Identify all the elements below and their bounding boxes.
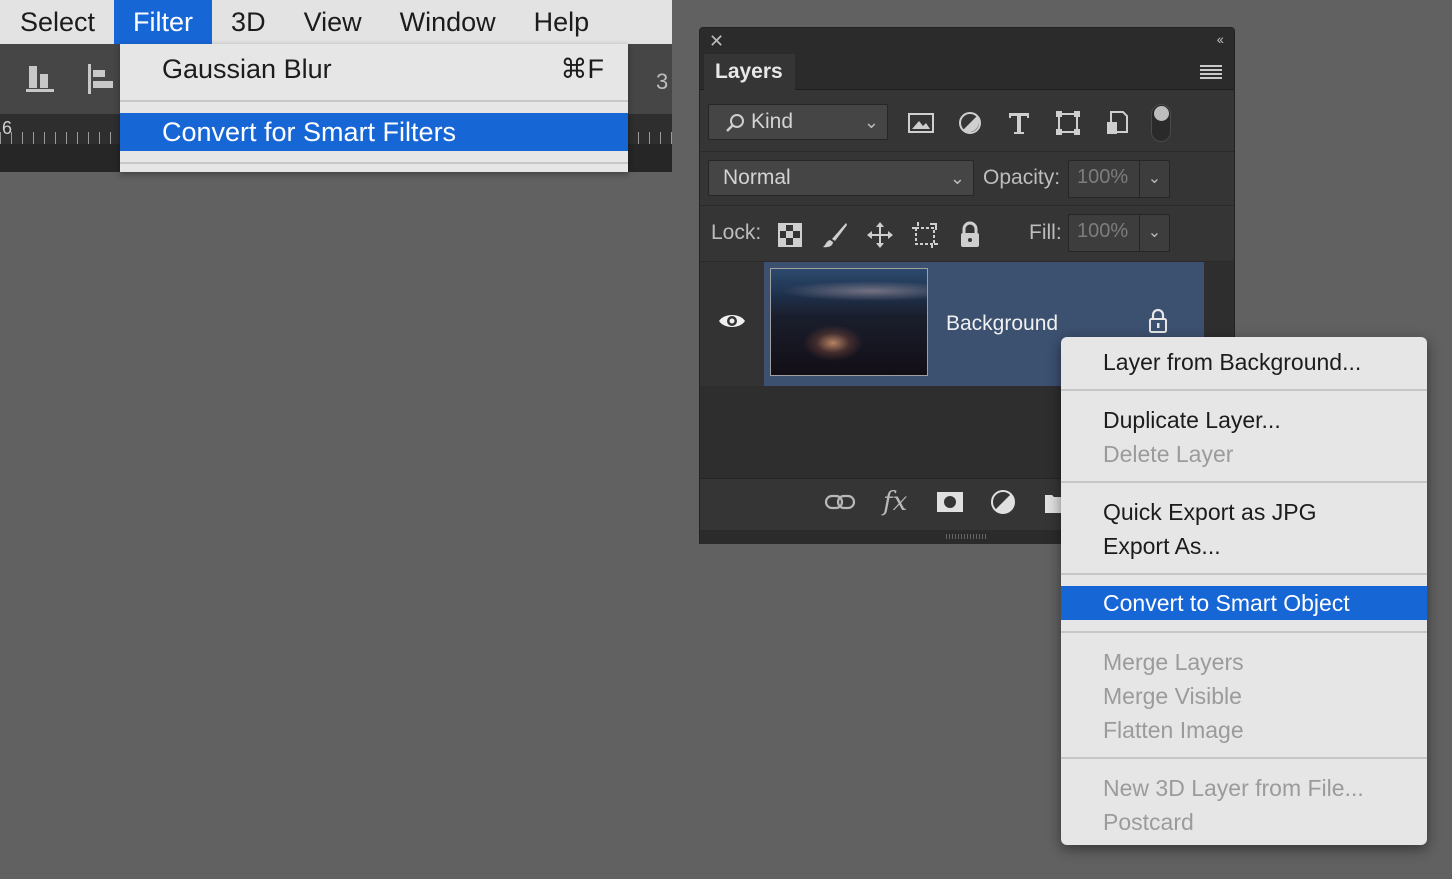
menu-help[interactable]: Help	[515, 0, 609, 44]
grip-dots	[946, 534, 986, 539]
layer-context-menu: Layer from Background... Duplicate Layer…	[1061, 337, 1427, 845]
align-bottom-icon[interactable]	[26, 64, 56, 94]
tab-layers[interactable]: Layers	[704, 54, 795, 91]
menu-item-duplicate-layer[interactable]: Duplicate Layer...	[1061, 403, 1427, 437]
chevron-down-icon[interactable]: ⌄	[1139, 215, 1169, 251]
menu-separator	[1061, 757, 1427, 759]
visibility-column	[700, 262, 764, 386]
menu-item-shortcut: ⌘F	[560, 54, 605, 84]
toggle-knob	[1154, 106, 1169, 121]
menu-item-flatten-image: Flatten Image	[1103, 717, 1244, 743]
search-icon	[726, 114, 744, 132]
mask-icon[interactable]	[936, 491, 964, 513]
align-left-icon[interactable]	[86, 64, 116, 94]
menu-filter[interactable]: Filter	[114, 0, 213, 44]
menu-item-delete-layer: Delete Layer	[1103, 441, 1234, 467]
ruler-number-right: 3	[656, 69, 669, 94]
blend-mode-value: Normal	[723, 166, 791, 189]
menu-separator	[1061, 573, 1427, 575]
menu-separator	[1061, 389, 1427, 391]
collapse-icon[interactable]: ‹‹	[1217, 31, 1224, 47]
menubar: Select Filter 3D View Window Help	[0, 0, 672, 44]
menu-item-layer-from-background[interactable]: Layer from Background...	[1061, 345, 1427, 379]
chevron-down-icon: ⌄	[949, 168, 965, 188]
lock-position-icon[interactable]	[864, 220, 896, 250]
filter-toggle[interactable]	[1151, 104, 1171, 142]
kind-filter-select[interactable]: Kind ⌄	[708, 104, 888, 140]
lock-all-icon[interactable]	[954, 220, 986, 250]
lock-paint-icon[interactable]	[819, 220, 851, 250]
lock-icons	[774, 220, 986, 250]
adjustment-layer-icon[interactable]	[990, 489, 1016, 515]
fill-label: Fill:	[1029, 221, 1062, 244]
panel-menu-icon[interactable]	[1200, 65, 1222, 79]
menu-item-postcard: Postcard	[1103, 809, 1194, 835]
menu-window[interactable]: Window	[381, 0, 515, 44]
panel-tabbar: Layers	[700, 54, 1234, 91]
panel-titlebar: ✕ ‹‹	[700, 28, 1234, 54]
link-icon[interactable]	[824, 491, 856, 513]
blend-row: Normal ⌄ Opacity: 100% ⌄	[700, 152, 1234, 206]
menu-3d[interactable]: 3D	[212, 0, 285, 44]
lock-label: Lock:	[711, 221, 762, 244]
menu-item-quick-export-jpg[interactable]: Quick Export as JPG	[1061, 495, 1427, 529]
shape-icon[interactable]	[1053, 108, 1083, 138]
menu-item-convert-to-smart-object[interactable]: Convert to Smart Object	[1061, 586, 1427, 620]
blend-mode-select[interactable]: Normal ⌄	[708, 160, 974, 196]
lock-artboard-icon[interactable]	[909, 220, 941, 250]
menu-item-export-as[interactable]: Export As...	[1061, 529, 1427, 563]
kind-filter-value: Kind	[751, 110, 794, 133]
menu-separator	[1061, 631, 1427, 633]
layer-name: Background	[946, 312, 1059, 335]
image-icon[interactable]	[906, 108, 936, 138]
menu-separator	[120, 100, 628, 102]
filter-menu: Gaussian Blur ⌘F Convert for Smart Filte…	[120, 44, 628, 172]
menu-view[interactable]: View	[285, 0, 381, 44]
lock-row: Lock: Fill: 100% ⌄	[700, 206, 1234, 262]
fill-value: 100%	[1077, 220, 1129, 242]
smart-object-icon[interactable]	[1102, 108, 1132, 138]
close-icon[interactable]: ✕	[709, 31, 724, 52]
opacity-field[interactable]: 100% ⌄	[1068, 160, 1170, 198]
chevron-down-icon: ⌄	[863, 112, 879, 132]
menu-item-merge-layers: Merge Layers	[1103, 649, 1244, 675]
filter-icons	[906, 108, 1132, 138]
adjustment-icon[interactable]	[955, 108, 985, 138]
chevron-down-icon[interactable]: ⌄	[1139, 161, 1169, 197]
menu-item-gaussian-blur[interactable]: Gaussian Blur ⌘F	[120, 50, 628, 88]
opacity-label: Opacity:	[983, 166, 1061, 189]
fill-field[interactable]: 100% ⌄	[1068, 214, 1170, 252]
menu-item-convert-for-smart-filters[interactable]: Convert for Smart Filters	[120, 113, 628, 151]
menu-select[interactable]: Select	[0, 0, 114, 44]
layer-filter-row: Kind ⌄	[700, 90, 1234, 152]
menu-item-new-3d-layer: New 3D Layer from File...	[1103, 775, 1364, 801]
layer-thumbnail	[770, 268, 928, 376]
lock-transparent-icon[interactable]	[774, 220, 806, 250]
eye-icon[interactable]	[718, 312, 746, 330]
opacity-value: 100%	[1077, 166, 1129, 188]
fx-icon[interactable]: fx	[883, 487, 907, 517]
menu-item-label: Gaussian Blur	[162, 54, 332, 84]
menu-item-merge-visible: Merge Visible	[1103, 683, 1242, 709]
ruler-number: 6	[2, 118, 13, 138]
type-icon[interactable]	[1004, 108, 1034, 138]
lock-icon	[1149, 308, 1167, 333]
menu-separator	[120, 162, 628, 164]
menu-separator	[1061, 481, 1427, 483]
